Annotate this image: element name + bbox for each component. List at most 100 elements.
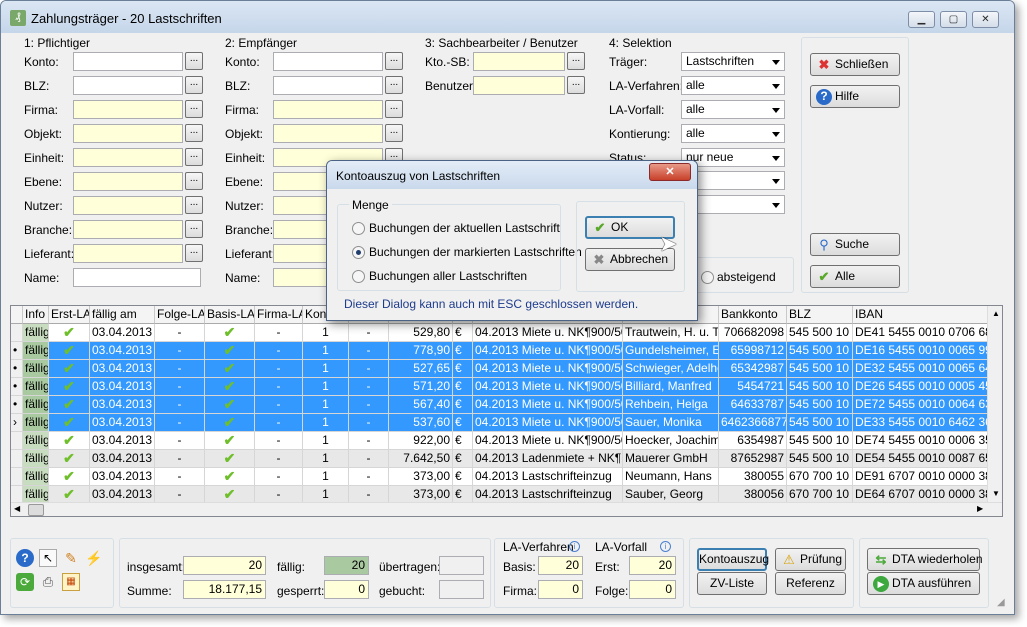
section1-input-4[interactable]: [73, 148, 183, 167]
row-indicator[interactable]: [11, 450, 23, 468]
section2-input-0[interactable]: [273, 52, 383, 71]
section2-browse-button-2[interactable]: ...: [385, 100, 403, 118]
section1-browse-button-0[interactable]: ...: [185, 52, 203, 70]
help-button[interactable]: ? Hilfe: [810, 85, 900, 108]
scroll-left-arrow[interactable]: ◀: [14, 504, 20, 513]
table-row[interactable]: fällig ✔ 03.04.2013- ✔ -1-922,00 €04.2013 Mie…: [11, 432, 993, 450]
column-header[interactable]: fällig am: [90, 306, 155, 324]
dta-repeat-button[interactable]: ⇆ DTA wiederholen: [867, 548, 983, 571]
selektion-select-2[interactable]: alle: [681, 100, 785, 119]
row-indicator[interactable]: •: [11, 396, 23, 414]
section1-browse-button-4[interactable]: ...: [185, 148, 203, 166]
minimize-button[interactable]: ▁: [908, 11, 935, 28]
section2-input-1[interactable]: [273, 76, 383, 95]
section1-input-6[interactable]: [73, 196, 183, 215]
table-row[interactable]: • fällig ✔ 03.04.2013- ✔ -1-778,90 €04.2013 Mi…: [11, 342, 993, 360]
table-row[interactable]: fällig ✔ 03.04.2013- ✔ -1-373,00 €04.2013 Las…: [11, 468, 993, 486]
section2-input-2[interactable]: [273, 100, 383, 119]
section1-browse-button-1[interactable]: ...: [185, 76, 203, 94]
row-indicator[interactable]: [11, 432, 23, 450]
row-indicator[interactable]: •: [11, 342, 23, 360]
horizontal-scrollbar[interactable]: ◀ ▶: [11, 502, 1002, 516]
dialog-close-button[interactable]: ✕: [649, 163, 691, 181]
zv-liste-button[interactable]: ZV-Liste: [697, 572, 767, 595]
section2-input-3[interactable]: [273, 124, 383, 143]
section1-input-9[interactable]: [73, 268, 201, 287]
scroll-up-arrow[interactable]: ▲: [992, 309, 1000, 318]
export-tool-icon[interactable]: ▦: [62, 573, 80, 591]
referenz-button[interactable]: Referenz: [775, 572, 846, 595]
sort-descending-radio[interactable]: [701, 271, 714, 284]
lightning-tool-icon[interactable]: ⚡: [85, 549, 103, 567]
print-tool-icon[interactable]: ⎙: [39, 573, 57, 591]
close-button[interactable]: ✖ Schließen: [810, 53, 900, 76]
column-header[interactable]: Firma-LA: [255, 306, 303, 324]
kto-sb-input[interactable]: [473, 52, 565, 71]
column-header[interactable]: BLZ: [787, 306, 853, 324]
section1-input-0[interactable]: [73, 52, 183, 71]
selektion-select-1[interactable]: alle: [681, 76, 785, 95]
lastschriften-table[interactable]: Info Erst-LA fällig am Folge-LA Basis-LA Firm…: [10, 305, 1003, 517]
la-verfahren-info-icon[interactable]: i: [569, 541, 580, 552]
pruefung-button[interactable]: ⚠ Prüfung: [775, 548, 846, 571]
table-row[interactable]: fällig ✔ 03.04.2013- ✔ -1-7.642,50 €04.2013 L…: [11, 450, 993, 468]
column-header[interactable]: Bankkonto: [719, 306, 787, 324]
section1-browse-button-7[interactable]: ...: [185, 220, 203, 238]
section1-browse-button-8[interactable]: ...: [185, 244, 203, 262]
menge-option-radio-1[interactable]: [352, 246, 365, 259]
scroll-right-arrow[interactable]: ▶: [977, 504, 983, 513]
section1-input-7[interactable]: [73, 220, 183, 239]
row-indicator[interactable]: [11, 324, 23, 342]
horizontal-scroll-thumb[interactable]: [28, 504, 44, 516]
konti-cell: 1: [303, 432, 349, 450]
pencil-tool-icon[interactable]: ✎: [62, 549, 80, 567]
maximize-button[interactable]: ▢: [940, 11, 967, 28]
search-button[interactable]: ⚲ Suche: [810, 233, 900, 256]
menge-option-radio-0[interactable]: [352, 222, 365, 235]
column-header[interactable]: Info: [23, 306, 49, 324]
resize-grip-icon[interactable]: ◢: [997, 597, 1005, 608]
kontoauszug-button[interactable]: Kontoauszug: [697, 548, 769, 571]
row-indicator[interactable]: [11, 468, 23, 486]
column-header[interactable]: Erst-LA: [49, 306, 90, 324]
table-row[interactable]: fällig ✔ 03.04.2013- ✔ -1-529,80 €04.2013 Mie…: [11, 324, 993, 342]
table-row[interactable]: • fällig ✔ 03.04.2013- ✔ -1-527,65 €04.2013 Mi…: [11, 360, 993, 378]
dta-run-button[interactable]: ▶ DTA ausführen: [867, 572, 980, 595]
vertical-scrollbar[interactable]: ▲ ▼: [987, 306, 1002, 503]
table-row[interactable]: • fällig ✔ 03.04.2013- ✔ -1-567,40 €04.2013 Mi…: [11, 396, 993, 414]
selektion-select-3[interactable]: alle: [681, 124, 785, 143]
la-vorfall-info-icon[interactable]: i: [660, 541, 671, 552]
section1-browse-button-2[interactable]: ...: [185, 100, 203, 118]
section1-browse-button-6[interactable]: ...: [185, 196, 203, 214]
column-header[interactable]: Basis-LA: [205, 306, 255, 324]
benutzer-input[interactable]: [473, 76, 565, 95]
section1-input-8[interactable]: [73, 244, 183, 263]
section1-input-2[interactable]: [73, 100, 183, 119]
row-indicator[interactable]: •: [11, 360, 23, 378]
table-row[interactable]: • fällig ✔ 03.04.2013- ✔ -1-571,20 €04.2013 Mi…: [11, 378, 993, 396]
kto-sb-browse-button[interactable]: ...: [567, 52, 585, 70]
section1-input-5[interactable]: [73, 172, 183, 191]
benutzer-browse-button[interactable]: ...: [567, 76, 585, 94]
table-row[interactable]: › fällig ✔ 03.04.2013- ✔ -1-537,60 €04.2013 Mi…: [11, 414, 993, 432]
selektion-select-0[interactable]: Lastschriften: [681, 52, 785, 71]
scroll-down-arrow[interactable]: ▼: [992, 489, 1000, 498]
section1-input-3[interactable]: [73, 124, 183, 143]
column-header[interactable]: Folge-LA: [155, 306, 205, 324]
section1-input-1[interactable]: [73, 76, 183, 95]
row-indicator[interactable]: •: [11, 378, 23, 396]
all-button[interactable]: ✔ Alle: [810, 265, 900, 288]
section1-browse-button-5[interactable]: ...: [185, 172, 203, 190]
section2-browse-button-0[interactable]: ...: [385, 52, 403, 70]
menge-option-radio-2[interactable]: [352, 270, 365, 283]
refresh-tool-icon[interactable]: ⟳: [16, 573, 34, 591]
section2-browse-button-3[interactable]: ...: [385, 124, 403, 142]
column-header[interactable]: IBAN: [853, 306, 993, 324]
section2-browse-button-1[interactable]: ...: [385, 76, 403, 94]
column-header[interactable]: [11, 306, 23, 324]
pointer-tool-icon[interactable]: ↖: [39, 549, 57, 567]
close-window-button[interactable]: ✕: [972, 11, 999, 28]
section1-browse-button-3[interactable]: ...: [185, 124, 203, 142]
help-tool-icon[interactable]: ?: [16, 549, 34, 567]
row-indicator[interactable]: ›: [11, 414, 23, 432]
